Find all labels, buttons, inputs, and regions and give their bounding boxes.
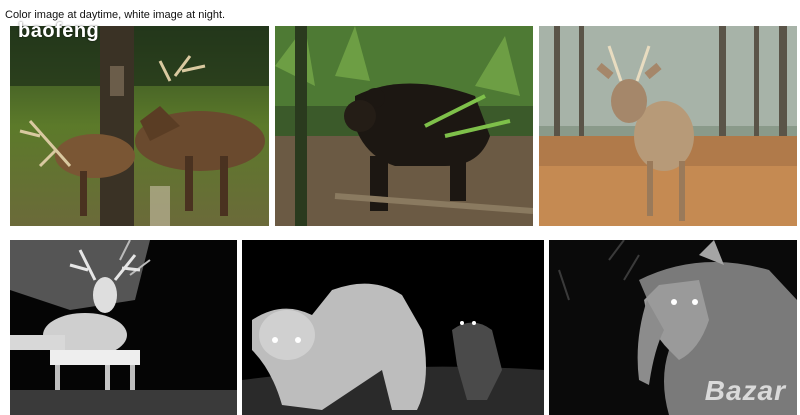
bazar-logo: Bazar <box>704 375 786 406</box>
photo-cougar-night <box>242 240 544 415</box>
photo-elk <box>10 26 269 226</box>
photo-deer <box>539 26 797 226</box>
photo-buck-night <box>10 240 237 415</box>
watermark: baofeng <box>18 20 100 42</box>
photo-bear <box>275 26 533 226</box>
